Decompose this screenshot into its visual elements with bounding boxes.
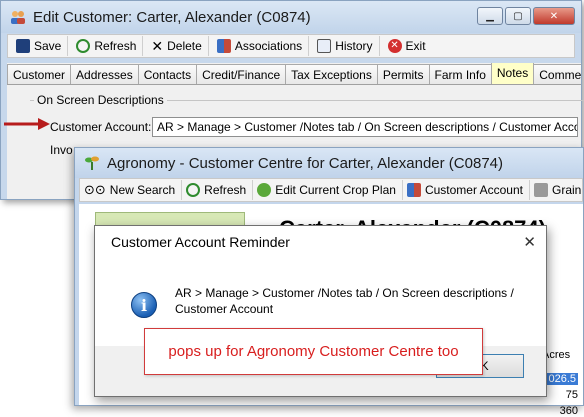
close-icon[interactable]: ✕ (523, 233, 536, 251)
customer-account-label: Customer Account: (50, 120, 152, 134)
tab-customer[interactable]: Customer (7, 64, 72, 84)
dialog-message: AR > Manage > Customer /Notes tab / On S… (175, 286, 514, 316)
associations-button[interactable]: Associations (213, 36, 310, 56)
customer-tabs: Customer Addresses Contacts Credit/Finan… (7, 63, 581, 85)
tab-comments[interactable]: Comments (533, 64, 581, 84)
tab-permits[interactable]: Permits (376, 64, 430, 84)
on-screen-descriptions-group: On Screen Descriptions (34, 93, 167, 107)
maximize-button[interactable]: ▢ (505, 7, 531, 25)
acres-cell[interactable]: 360 (560, 405, 578, 417)
history-button[interactable]: History (313, 36, 380, 56)
dialog-title: Customer Account Reminder (95, 226, 546, 258)
users-icon (406, 183, 421, 197)
refresh-button[interactable]: Refresh (72, 36, 144, 56)
grain-production-button[interactable]: Grain Prod (530, 180, 582, 200)
save-icon (16, 39, 30, 53)
customer-account-button[interactable]: Customer Account (403, 180, 530, 200)
acres-cell-selected[interactable]: 026.5 (546, 373, 578, 385)
window-title: Edit Customer: Carter, Alexander (C0874) (33, 8, 311, 26)
exit-button[interactable]: ✕ Exit (384, 36, 432, 56)
minimize-button[interactable]: ▁ (477, 7, 503, 25)
delete-icon: ✕ (151, 37, 164, 54)
refresh-icon (76, 39, 91, 53)
history-icon (317, 39, 332, 53)
delete-button[interactable]: ✕ Delete (147, 36, 209, 56)
tab-credit-finance[interactable]: Credit/Finance (196, 64, 287, 84)
tab-notes[interactable]: Notes (490, 63, 535, 84)
close-button[interactable]: ✕ (533, 7, 575, 25)
edit-crop-plan-button[interactable]: Edit Current Crop Plan (253, 180, 403, 200)
agronomy-toolbar: ⊙⊙ New Search Refresh Edit Current Crop … (79, 178, 583, 202)
info-icon: i (131, 292, 157, 318)
agronomy-titlebar[interactable]: Agronomy - Customer Centre for Carter, A… (75, 148, 583, 178)
save-button[interactable]: Save (12, 36, 69, 56)
acres-cell[interactable]: 75 (566, 389, 578, 401)
plant-icon (83, 155, 101, 171)
exit-icon: ✕ (387, 39, 402, 53)
crop-icon (257, 183, 272, 197)
tab-tax-exceptions[interactable]: Tax Exceptions (285, 64, 378, 84)
refresh-button[interactable]: Refresh (182, 180, 254, 200)
tab-farm-info[interactable]: Farm Info (428, 64, 492, 84)
binoculars-icon: ⊙⊙ (84, 182, 106, 197)
edit-customer-toolbar: Save Refresh ✕ Delete Associations Histo… (7, 34, 575, 58)
edit-customer-titlebar[interactable]: Edit Customer: Carter, Alexander (C0874)… (1, 1, 581, 33)
building-icon (533, 183, 548, 197)
annotation-callout: pops up for Agronomy Customer Centre too (144, 328, 483, 375)
tab-contacts[interactable]: Contacts (137, 64, 198, 84)
new-search-button[interactable]: ⊙⊙ New Search (80, 180, 183, 200)
users-icon (9, 9, 27, 25)
customer-account-field[interactable]: AR > Manage > Customer /Notes tab / On S… (152, 117, 578, 137)
agronomy-title: Agronomy - Customer Centre for Carter, A… (107, 154, 503, 172)
refresh-icon (186, 183, 201, 197)
red-arrow-icon (4, 118, 50, 130)
invoice-label: Invo (50, 143, 73, 157)
tab-addresses[interactable]: Addresses (70, 64, 139, 84)
associations-icon (216, 39, 231, 53)
